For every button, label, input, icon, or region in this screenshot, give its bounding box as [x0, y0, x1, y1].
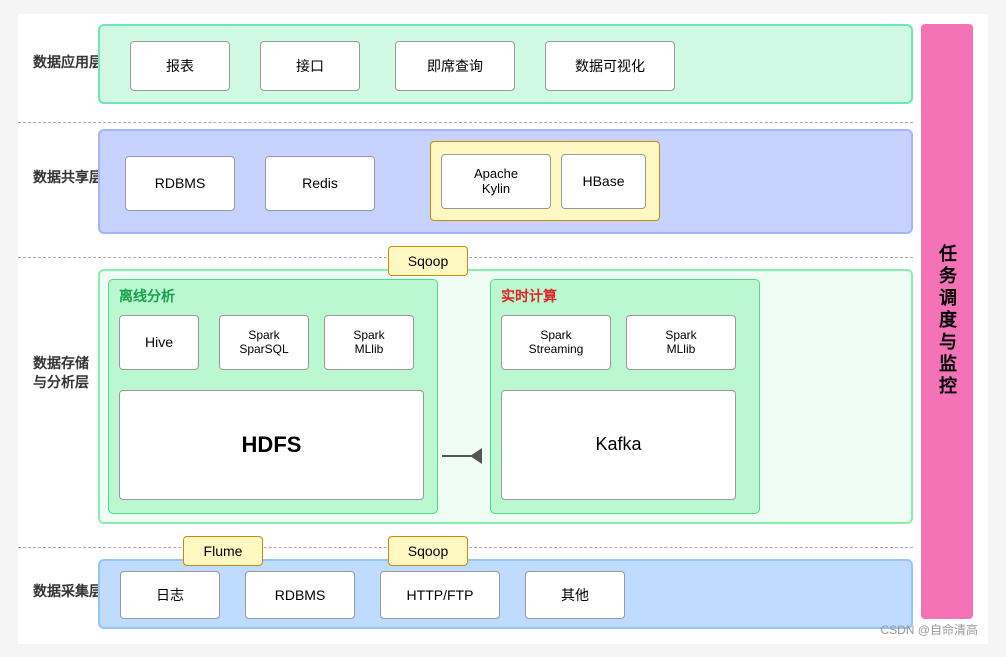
diagram-container: 任务调度与监控 数据应用层 报表 接口 即席查询 数据可视化 数据共享层 RDB… — [18, 14, 988, 644]
arrow-hdfs-kafka — [442, 446, 482, 466]
label-storage-text: 数据存储与分析层 — [33, 354, 89, 393]
watermark: CSDN @自命清高 — [880, 621, 978, 638]
realtime-label: 实时计算 — [501, 286, 557, 306]
label-sharing: 数据共享层 — [33, 167, 103, 187]
box-group-kylin-hbase: ApacheKylin HBase — [430, 141, 660, 221]
box-hdfs: HDFS — [119, 390, 424, 500]
box-spark-mllib-offline: SparkMLlib — [324, 315, 414, 370]
watermark-text: CSDN @自命清高 — [880, 623, 978, 637]
label-sharing-text: 数据共享层 — [33, 167, 103, 187]
sqoop-bottom-label: Sqoop — [408, 543, 448, 559]
label-storage: 数据存储与分析层 — [33, 354, 93, 393]
sidebar-task-control: 任务调度与监控 — [921, 24, 973, 619]
box-hbase: HBase — [561, 154, 646, 209]
offline-label: 离线分析 — [119, 286, 175, 306]
box-keshihua: 数据可视化 — [545, 41, 675, 91]
connector-flume: Flume — [183, 536, 263, 566]
box-jiekou: 接口 — [260, 41, 360, 91]
label-application: 数据应用层 — [33, 52, 103, 72]
sqoop-top-label: Sqoop — [408, 253, 448, 269]
box-spark-sparsql: SparkSparSQL — [219, 315, 309, 370]
label-collection-text: 数据采集层 — [33, 581, 103, 601]
layer-storage: 离线分析 Hive SparkSparSQL SparkMLlib HDFS 实… — [98, 269, 913, 524]
layer-sharing: RDBMS Redis ApacheKylin HBase — [98, 129, 913, 234]
layer-collection: 日志 RDBMS HTTP/FTP 其他 — [98, 559, 913, 629]
connector-sqoop-top: Sqoop — [388, 246, 468, 276]
box-rdbms-collection: RDBMS — [245, 571, 355, 619]
sidebar-label: 任务调度与监控 — [934, 244, 960, 398]
offline-section: 离线分析 Hive SparkSparSQL SparkMLlib HDFS — [108, 279, 438, 514]
box-jixichaxun: 即席查询 — [395, 41, 515, 91]
layer-application: 报表 接口 即席查询 数据可视化 — [98, 24, 913, 104]
box-baobiao: 报表 — [130, 41, 230, 91]
connector-sqoop-bottom: Sqoop — [388, 536, 468, 566]
box-http-ftp: HTTP/FTP — [380, 571, 500, 619]
box-apache-kylin: ApacheKylin — [441, 154, 551, 209]
box-rdbms-sharing: RDBMS — [125, 156, 235, 211]
label-collection: 数据采集层 — [33, 581, 103, 601]
box-rizhi: 日志 — [120, 571, 220, 619]
label-application-text: 数据应用层 — [33, 52, 103, 72]
box-spark-mllib-realtime: SparkMLlib — [626, 315, 736, 370]
box-redis: Redis — [265, 156, 375, 211]
realtime-section: 实时计算 SparkStreaming SparkMLlib Kafka — [490, 279, 760, 514]
dashed-line-1 — [18, 122, 913, 123]
flume-label: Flume — [204, 543, 243, 559]
box-qita: 其他 — [525, 571, 625, 619]
box-spark-streaming: SparkStreaming — [501, 315, 611, 370]
box-kafka: Kafka — [501, 390, 736, 500]
box-hive: Hive — [119, 315, 199, 370]
